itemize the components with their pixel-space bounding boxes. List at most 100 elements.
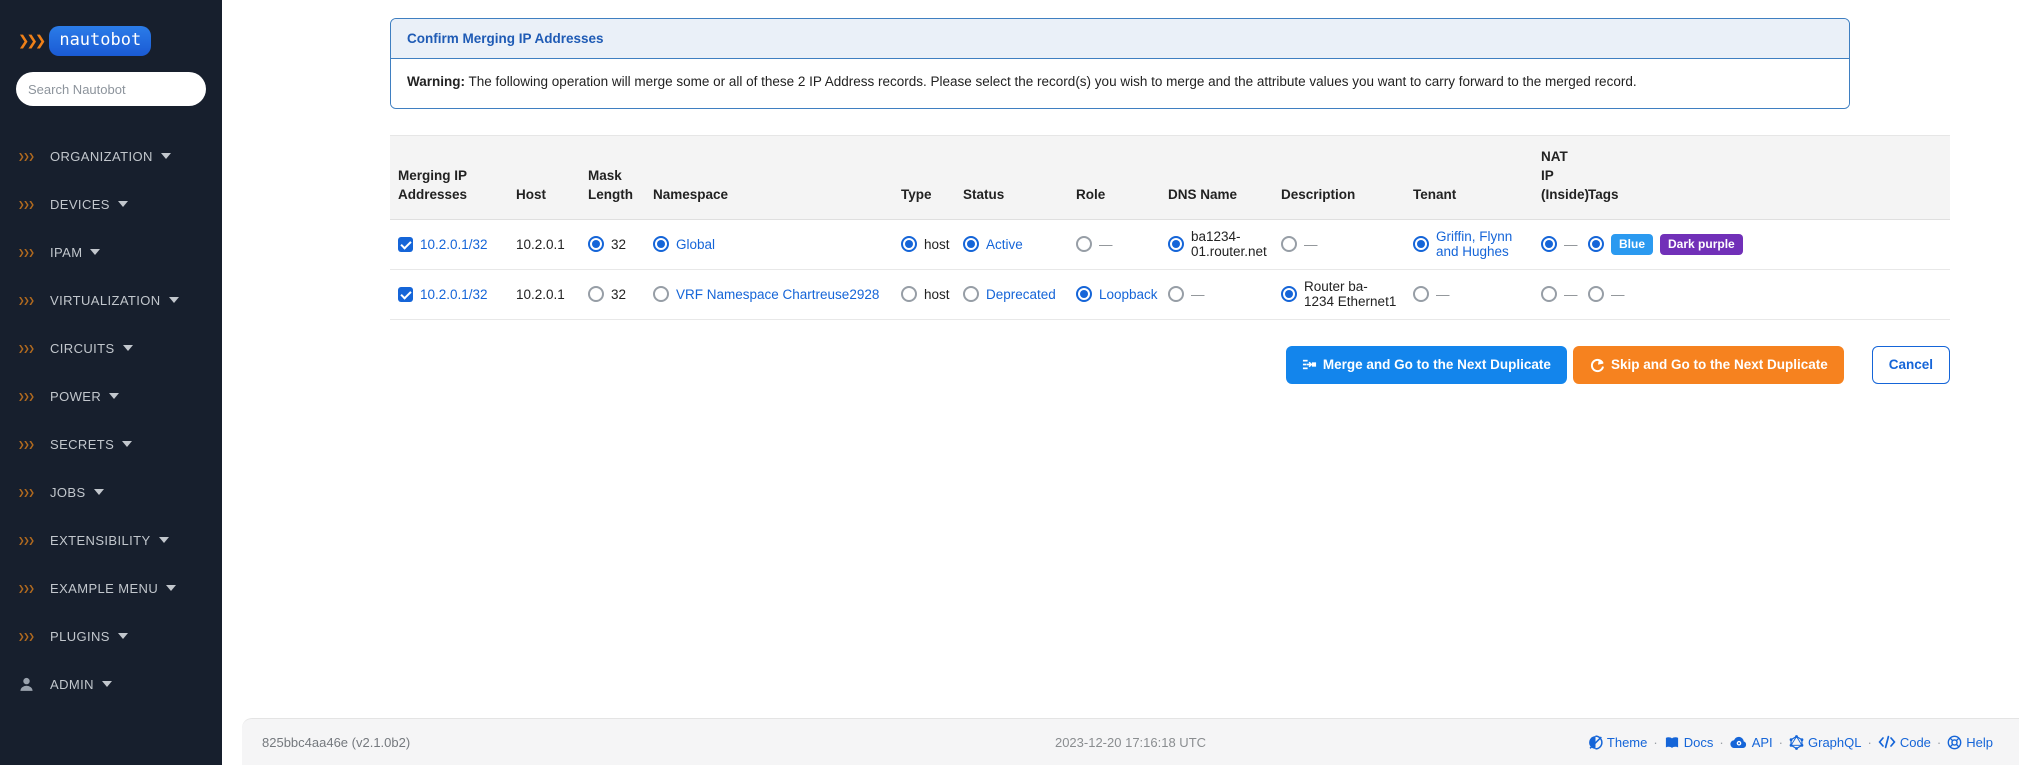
api-icon xyxy=(1730,735,1748,749)
column-header-type: Type xyxy=(893,135,955,220)
cell-link[interactable]: Active xyxy=(986,237,1023,252)
merge-icon xyxy=(1302,357,1317,372)
column-header-tags: Tags xyxy=(1580,135,1950,220)
sidebar-item-virtualization[interactable]: ❯❯❯ VIRTUALIZATION xyxy=(0,276,222,324)
cell-dns-name: — xyxy=(1160,269,1273,320)
attribute-radio[interactable] xyxy=(1281,236,1297,253)
nautobot-logo[interactable]: ❯❯❯ nautobot xyxy=(0,0,222,56)
sidebar-item-circuits[interactable]: ❯❯❯ CIRCUITS xyxy=(0,324,222,372)
footer-link-label: Code xyxy=(1899,734,1931,750)
sidebar-item-secrets[interactable]: ❯❯❯ SECRETS xyxy=(0,420,222,468)
warning-text: The following operation will merge some … xyxy=(465,74,1637,89)
sidebar-item-label: PLUGINS xyxy=(50,628,110,644)
attribute-radio[interactable] xyxy=(588,236,604,253)
cell-host: 10.2.0.1 xyxy=(508,219,580,270)
attribute-radio[interactable] xyxy=(1588,286,1604,303)
cell-text: — xyxy=(1611,286,1625,302)
cell-role: — xyxy=(1068,219,1160,270)
skip-next-duplicate-button[interactable]: Skip and Go to the Next Duplicate xyxy=(1572,345,1844,384)
sidebar: ❯❯❯ nautobot ❯❯❯ORGANIZATION❯❯❯DEVICES❯❯… xyxy=(0,0,222,765)
attribute-radio[interactable] xyxy=(588,286,604,303)
cell-link[interactable]: Loopback xyxy=(1099,287,1158,302)
sidebar-item-power[interactable]: ❯❯❯ POWER xyxy=(0,372,222,420)
warning-message: Warning: The following operation will me… xyxy=(391,59,1849,108)
column-header-namespace: Namespace xyxy=(645,135,893,220)
sidebar-item-plugins[interactable]: ❯❯❯ PLUGINS xyxy=(0,612,222,660)
footer-link-code[interactable]: Code xyxy=(1878,735,1931,750)
sidebar-item-label: POWER xyxy=(50,388,102,404)
attribute-radio[interactable] xyxy=(1588,236,1604,253)
dot-separator: · xyxy=(1653,734,1658,750)
dot-separator: · xyxy=(1719,734,1724,750)
cell-mask-length: 32 xyxy=(580,269,645,320)
footer-link-theme[interactable]: Theme xyxy=(1588,735,1647,750)
merge-next-duplicate-button[interactable]: Merge and Go to the Next Duplicate xyxy=(1285,345,1567,384)
attribute-radio[interactable] xyxy=(653,236,669,253)
column-header-merging-ip-addresses: Merging IP Addresses xyxy=(390,135,508,220)
footer-links: Theme · Docs · API · GraphQL · Code · Help xyxy=(1588,735,1993,750)
search-input[interactable] xyxy=(16,72,206,106)
cell-host: 10.2.0.1 xyxy=(508,269,580,320)
warning-label: Warning: xyxy=(407,74,465,89)
merge-checkbox[interactable] xyxy=(398,286,413,302)
cell-link[interactable]: 10.2.0.1/32 xyxy=(420,287,488,302)
sidebar-item-admin[interactable]: ADMIN xyxy=(0,660,222,708)
sidebar-item-label: DEVICES xyxy=(50,196,110,212)
attribute-radio[interactable] xyxy=(1413,236,1429,253)
sidebar-item-extensibility[interactable]: ❯❯❯ EXTENSIBILITY xyxy=(0,516,222,564)
graphql-icon xyxy=(1789,734,1804,750)
cell-type: host xyxy=(893,219,955,270)
table-header-row: Merging IP Addresses Host Mask Length Names… xyxy=(390,135,1950,220)
attribute-radio[interactable] xyxy=(1168,236,1184,253)
sidebar-item-jobs[interactable]: ❯❯❯ JOBS xyxy=(0,468,222,516)
cell-type: host xyxy=(893,269,955,320)
cell-link[interactable]: VRF Namespace Chartreuse2928 xyxy=(676,287,879,302)
table-row: 10.2.0.1/32 10.2.0.1 32 Global host Active — ba… xyxy=(390,219,1950,270)
cell-text: 10.2.0.1 xyxy=(516,236,565,252)
column-header-host: Host xyxy=(508,135,580,220)
main-content: Confirm Merging IP Addresses Warning: Th… xyxy=(222,0,2019,765)
chevron-down-icon xyxy=(109,393,120,399)
chevron-down-icon xyxy=(93,489,104,495)
help-icon xyxy=(1947,735,1962,750)
sidebar-item-label: EXAMPLE MENU xyxy=(50,580,159,596)
tag-badge[interactable]: Blue xyxy=(1611,233,1654,255)
attribute-radio[interactable] xyxy=(901,286,917,303)
attribute-radio[interactable] xyxy=(1076,236,1092,253)
tag-badge[interactable]: Dark purple xyxy=(1660,233,1743,255)
attribute-radio[interactable] xyxy=(1076,286,1092,303)
sidebar-item-label: ORGANIZATION xyxy=(50,148,153,164)
cell-link[interactable]: Global xyxy=(676,237,715,252)
attribute-radio[interactable] xyxy=(1541,236,1557,253)
chevron-down-icon xyxy=(160,153,171,159)
cell-link[interactable]: 10.2.0.1/32 xyxy=(420,237,488,252)
cell-text: — xyxy=(1304,236,1318,252)
footer-link-api[interactable]: API xyxy=(1730,735,1773,750)
sidebar-item-label: JOBS xyxy=(50,484,86,500)
search-bar xyxy=(16,72,206,106)
sidebar-item-ipam[interactable]: ❯❯❯ IPAM xyxy=(0,228,222,276)
sidebar-item-devices[interactable]: ❯❯❯ DEVICES xyxy=(0,180,222,228)
attribute-radio[interactable] xyxy=(1541,286,1557,303)
merge-checkbox[interactable] xyxy=(398,236,413,252)
attribute-radio[interactable] xyxy=(963,236,979,253)
footer-link-help[interactable]: Help xyxy=(1947,735,1993,750)
attribute-radio[interactable] xyxy=(653,286,669,303)
attribute-radio[interactable] xyxy=(963,286,979,303)
footer-link-label: Help xyxy=(1966,734,1993,750)
cell-link[interactable]: Deprecated xyxy=(986,287,1056,302)
footer-link-graphql[interactable]: GraphQL xyxy=(1789,735,1861,750)
cell-text: 32 xyxy=(611,286,627,302)
sidebar-item-example-menu[interactable]: ❯❯❯ EXAMPLE MENU xyxy=(0,564,222,612)
attribute-radio[interactable] xyxy=(1281,286,1297,303)
cell-link[interactable]: Griffin, Flynn and Hughes xyxy=(1436,229,1525,259)
footer-link-docs[interactable]: Docs xyxy=(1664,735,1713,750)
attribute-radio[interactable] xyxy=(1168,286,1184,303)
attribute-radio[interactable] xyxy=(901,236,917,253)
sidebar-item-organization[interactable]: ❯❯❯ ORGANIZATION xyxy=(0,132,222,180)
attribute-radio[interactable] xyxy=(1413,286,1429,303)
table-row: 10.2.0.1/32 10.2.0.1 32 VRF Namespace Chart… xyxy=(390,269,1950,320)
cell-description: — xyxy=(1273,219,1405,270)
theme-icon xyxy=(1588,734,1603,750)
cancel-button[interactable]: Cancel xyxy=(1871,345,1950,384)
